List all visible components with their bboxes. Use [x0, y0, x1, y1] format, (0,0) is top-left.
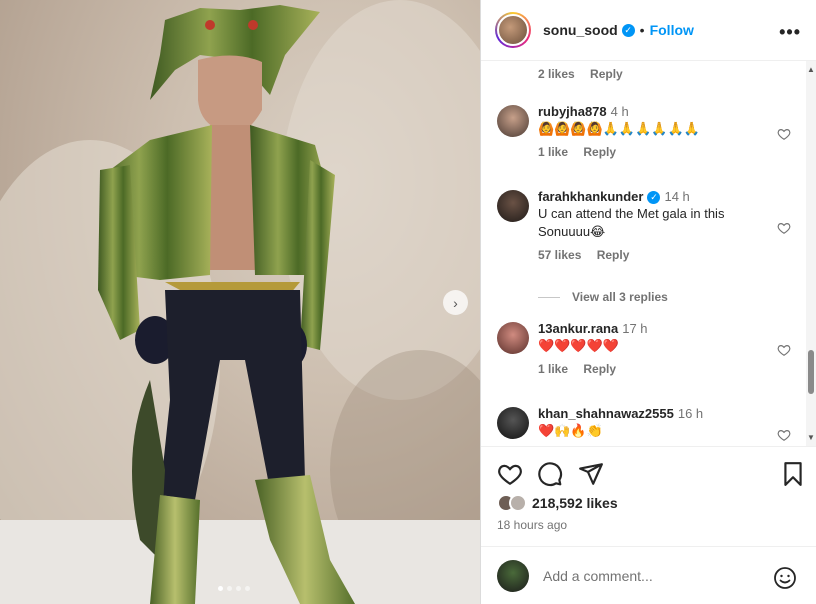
post-media[interactable]: › — [0, 0, 480, 604]
commenter-username[interactable]: rubyjha878 — [538, 104, 607, 119]
comment-likes[interactable]: 1 like — [538, 362, 568, 376]
heart-icon[interactable] — [497, 461, 523, 487]
emoji-icon[interactable] — [773, 566, 797, 590]
commenter-avatar[interactable] — [497, 190, 529, 222]
comment-item: rubyjha878 4 h 🙆🙆🙆🙆🙏🙏🙏🙏🙏🙏 1 like Reply — [497, 103, 797, 159]
add-comment-bar — [481, 546, 816, 604]
current-user-avatar — [497, 559, 529, 592]
comment-text: U can attend the Met gala in this Sonuuu… — [538, 206, 725, 239]
post-actions: 218,592 likes 18 hours ago — [481, 446, 816, 546]
comment-text: 🙆🙆🙆🙆🙏🙏🙏🙏🙏🙏 — [538, 121, 700, 136]
replies-divider — [538, 296, 560, 298]
scroll-up-icon[interactable]: ▲ — [807, 65, 815, 74]
next-slide-button[interactable]: › — [443, 290, 468, 315]
author-username[interactable]: sonu_sood — [543, 22, 618, 38]
like-comment-heart-icon[interactable] — [777, 221, 791, 235]
view-replies-label: View all 3 replies — [572, 290, 668, 304]
likes-summary[interactable]: 218,592 likes — [497, 494, 618, 512]
like-comment-heart-icon[interactable] — [777, 127, 791, 141]
more-icon[interactable]: ••• — [779, 22, 801, 43]
comment-time: 14 h — [664, 189, 690, 204]
reply-button[interactable]: Reply — [590, 67, 623, 81]
follow-button[interactable]: Follow — [650, 22, 694, 38]
comment-meta: 1 like Reply — [538, 362, 768, 376]
comment-likes[interactable]: 1 like — [538, 145, 568, 159]
commenter-username[interactable]: 13ankur.rana — [538, 321, 618, 336]
comment-meta: 2 likes Reply — [538, 67, 635, 81]
carousel-dot — [236, 586, 241, 591]
share-icon[interactable] — [578, 461, 604, 487]
reply-button[interactable]: Reply — [597, 248, 630, 262]
comment-meta: 1 like Reply — [538, 145, 768, 159]
commenter-username[interactable]: khan_shahnawaz2555 — [538, 406, 674, 421]
commenter-avatar[interactable] — [497, 407, 529, 439]
scroll-down-icon[interactable]: ▼ — [807, 433, 815, 442]
view-replies-button[interactable]: View all 3 replies — [538, 290, 668, 304]
header-separator: • — [639, 22, 645, 38]
carousel-dot — [218, 586, 223, 591]
comment-time: 16 h — [677, 406, 704, 421]
comment-likes[interactable]: 57 likes — [538, 248, 581, 262]
like-comment-heart-icon[interactable] — [777, 428, 791, 442]
comment-input[interactable] — [543, 567, 763, 584]
like-comment-heart-icon[interactable] — [777, 343, 791, 357]
comment-meta: 57 likes Reply — [538, 248, 768, 262]
scrollbar-thumb[interactable] — [808, 350, 814, 394]
post-timestamp[interactable]: 18 hours ago — [497, 518, 567, 532]
carousel-indicator — [218, 586, 250, 591]
verified-icon: ✓ — [621, 23, 635, 37]
comment-time: 4 h — [610, 104, 629, 119]
commenter-avatar[interactable] — [497, 105, 529, 137]
comments-scrollbar[interactable]: ▲ ▼ — [806, 61, 816, 446]
post-side-panel: sonu_sood ✓ • Follow ••• 2 likes Reply r… — [480, 0, 816, 604]
comment-text: ❤️🙌🔥👏 — [538, 423, 603, 438]
post-header: sonu_sood ✓ • Follow ••• — [481, 0, 816, 61]
verified-icon: ✓ — [647, 190, 661, 204]
reply-button[interactable]: Reply — [583, 145, 616, 159]
liker-avatar — [509, 494, 527, 512]
chevron-right-icon: › — [453, 294, 458, 311]
commenter-avatar[interactable] — [497, 322, 529, 354]
post-photo — [0, 0, 480, 604]
comments-list[interactable]: 2 likes Reply rubyjha878 4 h 🙆🙆🙆🙆🙏🙏🙏🙏🙏🙏 1… — [481, 61, 816, 446]
comment-item: farahkhankunder ✓ 14 h U can attend the Me… — [497, 188, 797, 262]
likes-count[interactable]: 218,592 likes — [532, 495, 618, 511]
comment-likes[interactable]: 2 likes — [538, 67, 575, 81]
commenter-username[interactable]: farahkhankunder — [538, 189, 643, 204]
reply-button[interactable]: Reply — [583, 362, 616, 376]
save-icon[interactable] — [780, 461, 806, 487]
comment-time: 17 h — [622, 321, 648, 336]
comment-icon[interactable] — [537, 461, 563, 487]
comment-item: 13ankur.rana 17 h ❤️❤️❤️❤️❤️ 1 like Reply — [497, 320, 797, 376]
carousel-dot — [245, 586, 250, 591]
comment-text: ❤️❤️❤️❤️❤️ — [538, 338, 619, 353]
carousel-dot — [227, 586, 232, 591]
comment-item: khan_shahnawaz2555 16 h ❤️🙌🔥👏 — [497, 405, 797, 440]
author-avatar[interactable] — [495, 12, 531, 48]
